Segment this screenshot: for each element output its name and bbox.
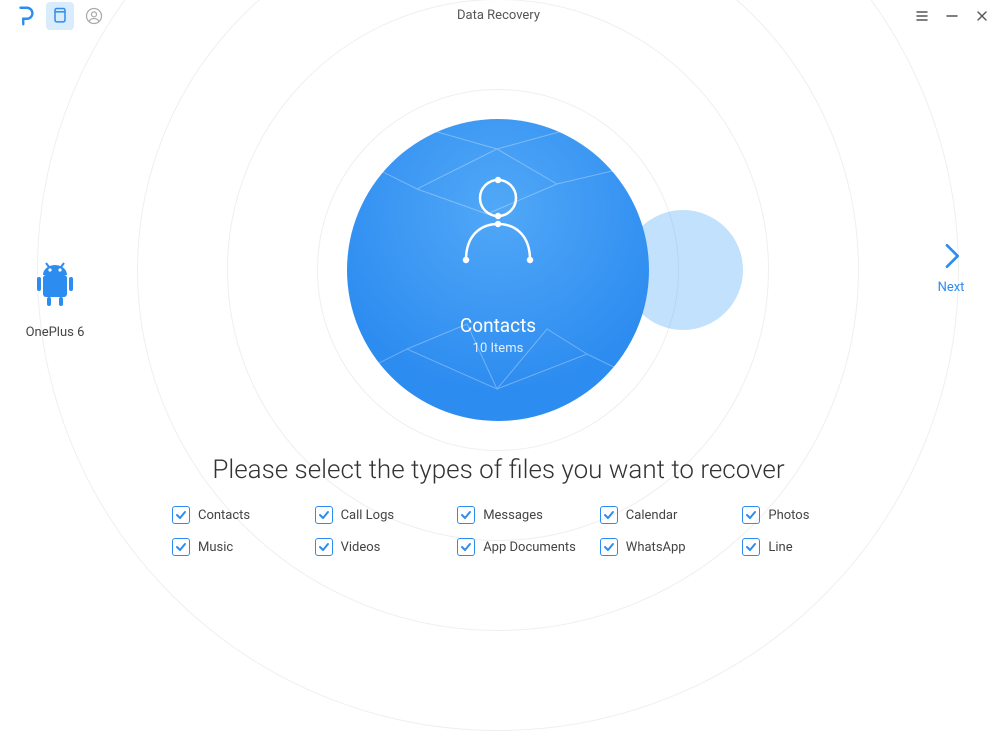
option-label: WhatsApp [626,540,686,555]
close-button[interactable] [975,9,989,23]
checkbox[interactable] [742,538,760,556]
contacts-person-icon [458,174,538,264]
checkbox[interactable] [600,506,618,524]
menu-icon[interactable] [915,9,929,23]
checkbox[interactable] [172,538,190,556]
option-call-logs[interactable]: Call Logs [315,506,450,524]
option-messages[interactable]: Messages [457,506,592,524]
checkbox[interactable] [315,538,333,556]
checkbox[interactable] [600,538,618,556]
checkbox[interactable] [315,506,333,524]
option-label: Line [768,540,792,555]
option-calendar[interactable]: Calendar [600,506,735,524]
featured-subtitle: 10 Items [473,341,524,356]
checkbox[interactable] [172,506,190,524]
checkbox[interactable] [457,506,475,524]
option-whatsapp[interactable]: WhatsApp [600,538,735,556]
option-contacts[interactable]: Contacts [172,506,307,524]
option-app-documents[interactable]: App Documents [457,538,592,556]
minimize-button[interactable] [945,9,959,23]
option-label: Contacts [198,508,250,523]
option-label: App Documents [483,540,576,555]
checkbox[interactable] [742,506,760,524]
device-label: OnePlus 6 [26,325,85,340]
option-label: Messages [483,508,543,523]
option-label: Music [198,540,233,555]
option-line[interactable]: Line [742,538,877,556]
option-label: Photos [768,508,809,523]
window-title: Data Recovery [0,0,997,32]
featured-category-card[interactable]: Contacts 10 Items [347,119,649,421]
next-label: Next [938,280,965,295]
chevron-right-icon [935,240,967,272]
title-bar: Data Recovery [0,0,997,32]
device-panel: OnePlus 6 [0,0,110,600]
android-icon [35,261,75,311]
option-music[interactable]: Music [172,538,307,556]
option-photos[interactable]: Photos [742,506,877,524]
option-label: Videos [341,540,381,555]
checkbox[interactable] [457,538,475,556]
option-videos[interactable]: Videos [315,538,450,556]
mesh-decoration [347,119,649,421]
prompt-text: Please select the types of files you wan… [0,455,997,485]
next-button[interactable]: Next [935,240,967,295]
file-type-options: Contacts Call Logs Messages Calendar Photos M… [172,506,877,556]
option-label: Calendar [626,508,678,523]
option-label: Call Logs [341,508,395,523]
